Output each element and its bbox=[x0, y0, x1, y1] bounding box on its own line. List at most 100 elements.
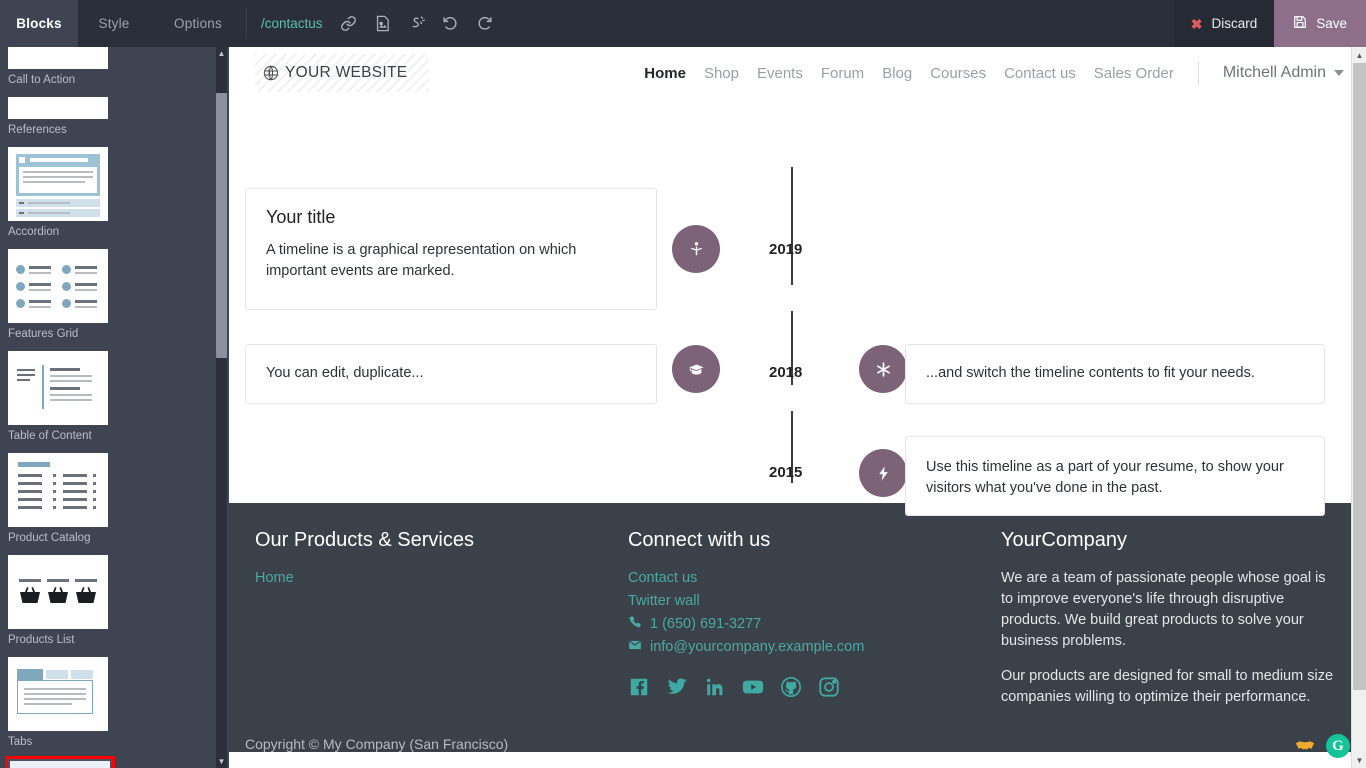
timeline-card-2015[interactable]: Use this timeline as a part of your resu… bbox=[905, 436, 1325, 516]
youtube-icon[interactable] bbox=[742, 676, 764, 698]
footer-company-paragraph-2: Our products are designed for small to m… bbox=[1000, 668, 1334, 705]
block-thumb-products-list[interactable] bbox=[8, 555, 108, 629]
nav-item-sales-order[interactable]: Sales Order bbox=[1094, 65, 1174, 82]
footer-col2-title: Connect with us bbox=[627, 529, 771, 551]
blocks-grid: Call to Action References Accordion Feat… bbox=[5, 47, 207, 768]
linkedin-icon[interactable] bbox=[704, 676, 726, 698]
odoo-website-editor: Blocks Style Options /contactus ✖ Discar… bbox=[0, 0, 1366, 768]
block-label-call-to-action: Call to Action bbox=[8, 74, 76, 86]
footer-link-twitter-wall[interactable]: Twitter wall bbox=[628, 591, 981, 612]
block-products-list[interactable]: Products List bbox=[8, 555, 110, 647]
nav-divider bbox=[1197, 61, 1199, 85]
footer-column-company: YourCompany We are a team of passionate … bbox=[991, 529, 1350, 722]
facebook-icon[interactable] bbox=[628, 676, 650, 698]
block-thumb-product-catalog[interactable] bbox=[8, 453, 108, 527]
block-call-to-action[interactable]: Call to Action bbox=[8, 47, 110, 87]
image-icon[interactable] bbox=[374, 15, 391, 32]
timeline-year-2019: 2019 bbox=[769, 241, 803, 258]
block-thumb-accordion[interactable] bbox=[8, 147, 108, 221]
scroll-down-icon[interactable]: ▼ bbox=[1352, 752, 1366, 768]
envelope-icon bbox=[628, 638, 642, 657]
timeline-axis-1 bbox=[791, 167, 793, 285]
sidebar-scroll-up-icon[interactable]: ▲ bbox=[216, 47, 227, 60]
footer-phone[interactable]: 1 (650) 691-3277 bbox=[650, 614, 761, 635]
footer-col3-title: YourCompany bbox=[1000, 529, 1127, 551]
tab-options[interactable]: Options bbox=[150, 0, 246, 47]
block-tabs[interactable]: Tabs bbox=[8, 657, 110, 749]
block-thumb-table-of-content[interactable] bbox=[8, 351, 108, 425]
block-thumb-features-grid[interactable] bbox=[8, 249, 108, 323]
blocks-sidebar: Call to Action References Accordion Feat… bbox=[0, 47, 229, 768]
timeline-card-2019[interactable]: Your title A timeline is a graphical rep… bbox=[245, 188, 657, 310]
link-icon[interactable] bbox=[340, 15, 357, 32]
save-label: Save bbox=[1316, 16, 1347, 31]
clear-format-icon[interactable] bbox=[408, 15, 425, 32]
block-references[interactable]: References bbox=[8, 97, 110, 137]
block-table-of-content[interactable]: Table of Content bbox=[8, 351, 110, 443]
timeline-card-2018-left[interactable]: You can edit, duplicate... bbox=[245, 344, 657, 404]
nav-item-courses[interactable]: Courses bbox=[930, 65, 986, 82]
page-url[interactable]: /contactus bbox=[261, 16, 323, 31]
blocks-list: Call to Action References Accordion Feat… bbox=[0, 47, 215, 768]
block-label-product-catalog: Product Catalog bbox=[8, 532, 91, 544]
sidebar-scrollbar-thumb[interactable] bbox=[216, 93, 227, 358]
timeline-block: Your title A timeline is a graphical rep… bbox=[229, 99, 1366, 516]
instagram-icon[interactable] bbox=[818, 676, 840, 698]
page-scrollbar[interactable]: ▲ ▼ bbox=[1351, 47, 1366, 768]
footer-company-paragraph-1: We are a team of passionate people whose… bbox=[1000, 570, 1326, 649]
discard-button[interactable]: ✖ Discard bbox=[1173, 0, 1275, 47]
block-accordion[interactable]: Accordion bbox=[8, 147, 110, 239]
timeline-card-2018-right[interactable]: ...and switch the timeline contents to f… bbox=[905, 344, 1325, 404]
footer-col1-title: Our Products & Services bbox=[255, 529, 474, 551]
block-thumb-call-to-action[interactable] bbox=[8, 47, 108, 69]
site-nav: Home Shop Events Forum Blog Courses Cont… bbox=[644, 61, 1348, 85]
block-timeline[interactable]: Timeline bbox=[5, 756, 115, 768]
nav-item-blog[interactable]: Blog bbox=[882, 65, 912, 82]
page-scrollbar-thumb[interactable] bbox=[1353, 63, 1366, 690]
website-preview: YOUR WEBSITE Home Shop Events Forum Blog… bbox=[229, 47, 1366, 768]
page-url-area: /contactus bbox=[247, 0, 493, 47]
block-thumb-timeline[interactable] bbox=[10, 761, 110, 768]
site-logo[interactable]: YOUR WEBSITE bbox=[255, 54, 430, 92]
block-product-catalog[interactable]: Product Catalog bbox=[8, 453, 110, 545]
handshake-icon[interactable] bbox=[1294, 735, 1316, 757]
footer-link-home[interactable]: Home bbox=[255, 568, 608, 589]
github-icon[interactable] bbox=[780, 676, 802, 698]
grammarly-icon[interactable]: G bbox=[1326, 734, 1350, 758]
timeline-card-title-2019: Your title bbox=[266, 207, 336, 227]
footer-phone-line: 1 (650) 691-3277 bbox=[628, 614, 981, 635]
nav-item-shop[interactable]: Shop bbox=[704, 65, 739, 82]
nav-item-events[interactable]: Events bbox=[757, 65, 803, 82]
nav-item-contact-us[interactable]: Contact us bbox=[1004, 65, 1076, 82]
block-label-products-list: Products List bbox=[8, 634, 75, 646]
timeline-card-text-2018-right: ...and switch the timeline contents to f… bbox=[926, 365, 1255, 381]
sidebar-scroll-down-icon[interactable]: ▼ bbox=[216, 755, 227, 768]
user-menu-label: Mitchell Admin bbox=[1222, 64, 1326, 81]
site-logo-text: YOUR WEBSITE bbox=[285, 64, 408, 81]
undo-icon[interactable] bbox=[442, 15, 459, 32]
footer-email[interactable]: info@yourcompany.example.com bbox=[650, 637, 864, 658]
bolt-icon bbox=[859, 449, 907, 497]
timeline-card-text-2018-left: You can edit, duplicate... bbox=[266, 365, 424, 381]
scroll-up-icon[interactable]: ▲ bbox=[1352, 47, 1366, 63]
block-thumb-tabs[interactable] bbox=[8, 657, 108, 731]
twitter-icon[interactable] bbox=[666, 676, 688, 698]
tab-blocks[interactable]: Blocks bbox=[0, 0, 78, 47]
tab-blocks-label: Blocks bbox=[16, 16, 62, 31]
user-menu[interactable]: Mitchell Admin bbox=[1223, 64, 1348, 82]
block-label-features-grid: Features Grid bbox=[8, 328, 79, 340]
redo-icon[interactable] bbox=[476, 15, 493, 32]
footer-columns: Our Products & Services Home Connect wit… bbox=[229, 529, 1366, 722]
tab-style[interactable]: Style bbox=[78, 0, 150, 47]
site-footer: Our Products & Services Home Connect wit… bbox=[229, 503, 1366, 752]
snowflake-icon bbox=[859, 345, 907, 393]
footer-link-contact-us[interactable]: Contact us bbox=[628, 568, 981, 589]
discard-label: Discard bbox=[1211, 16, 1258, 31]
close-icon: ✖ bbox=[1190, 15, 1203, 32]
nav-item-forum[interactable]: Forum bbox=[821, 65, 864, 82]
block-features-grid[interactable]: Features Grid bbox=[8, 249, 110, 341]
nav-item-home[interactable]: Home bbox=[644, 65, 686, 82]
block-thumb-references[interactable] bbox=[8, 97, 108, 119]
save-button[interactable]: Save bbox=[1274, 0, 1366, 47]
